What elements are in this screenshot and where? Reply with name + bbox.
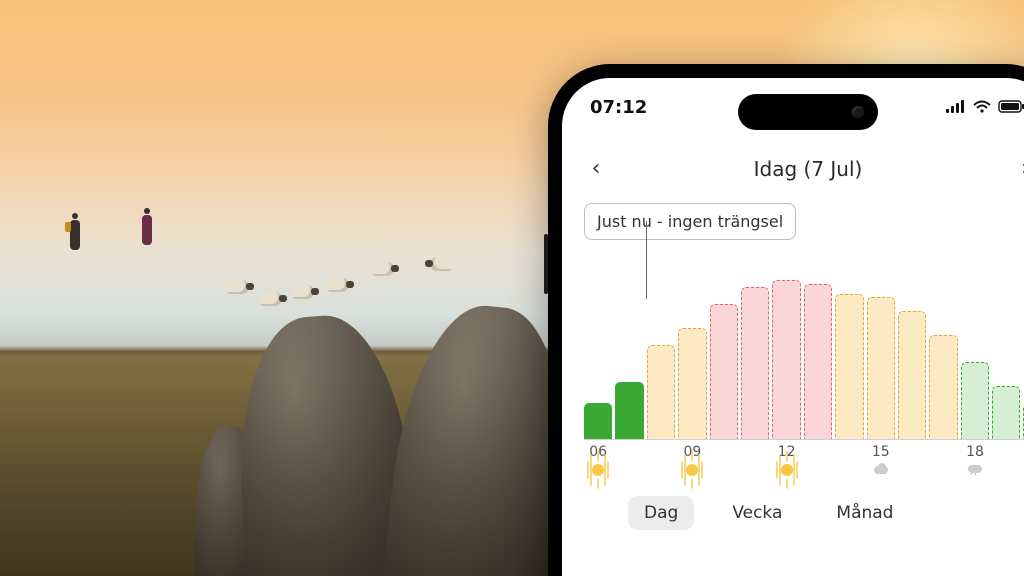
bar-hour-6[interactable]: [584, 403, 612, 440]
crowding-chart: 06 09 12 15 18: [584, 250, 1024, 476]
bar-hour-16[interactable]: [898, 311, 926, 440]
sheep: [258, 292, 282, 306]
weather-icon: [684, 462, 700, 478]
xtick: 12: [778, 444, 796, 460]
bar-hour-19[interactable]: [992, 386, 1020, 440]
bar-hour-13[interactable]: [804, 284, 832, 440]
range-tabs: Dag Vecka Månad: [584, 496, 1024, 530]
battery-icon: [998, 100, 1024, 114]
prev-day-button[interactable]: ‹: [586, 156, 606, 181]
weather-icon: [779, 462, 795, 478]
tab-day[interactable]: Dag: [628, 496, 694, 530]
xtick: 09: [683, 444, 701, 460]
sheep: [225, 280, 249, 294]
bar-hour-17[interactable]: [929, 335, 957, 440]
weather-icon: [967, 462, 983, 478]
sheep: [430, 257, 454, 271]
bar-hour-7[interactable]: [615, 382, 643, 440]
tab-month[interactable]: Månad: [820, 496, 909, 530]
bar-hour-18[interactable]: [961, 362, 989, 440]
xtick: 18: [966, 444, 984, 460]
hiker: [142, 215, 152, 245]
bar-hour-8[interactable]: [647, 345, 675, 440]
phone-screen: 07:12 ‹ Idag (7 Jul) › Just nu - ingen t…: [562, 78, 1024, 576]
status-bar: 07:12: [562, 78, 1024, 136]
date-title: Idag (7 Jul): [754, 157, 863, 181]
cellular-icon: [946, 100, 966, 114]
weather-icon: [590, 462, 606, 478]
date-nav: ‹ Idag (7 Jul) ›: [584, 156, 1024, 181]
weather-icon: [873, 462, 889, 478]
xtick: 06: [589, 444, 607, 460]
wifi-icon: [972, 100, 992, 114]
status-time: 07:12: [590, 97, 647, 118]
sheep: [370, 262, 394, 276]
phone-mockup: 07:12 ‹ Idag (7 Jul) › Just nu - ingen t…: [548, 64, 1024, 576]
now-tooltip-text: Just nu - ingen trängsel: [597, 212, 783, 231]
bar-hour-14[interactable]: [835, 294, 863, 440]
bar-hour-12[interactable]: [772, 280, 800, 440]
sheep: [290, 285, 314, 299]
next-day-button[interactable]: ›: [1010, 156, 1024, 181]
hiker: [70, 220, 80, 250]
tab-week[interactable]: Vecka: [716, 496, 798, 530]
now-tooltip: Just nu - ingen trängsel: [584, 203, 796, 240]
bar-hour-9[interactable]: [678, 328, 706, 440]
sheep: [325, 278, 349, 292]
bar-hour-11[interactable]: [741, 287, 769, 440]
bar-hour-15[interactable]: [867, 297, 895, 440]
xtick: 15: [872, 444, 890, 460]
bar-hour-10[interactable]: [710, 304, 738, 440]
